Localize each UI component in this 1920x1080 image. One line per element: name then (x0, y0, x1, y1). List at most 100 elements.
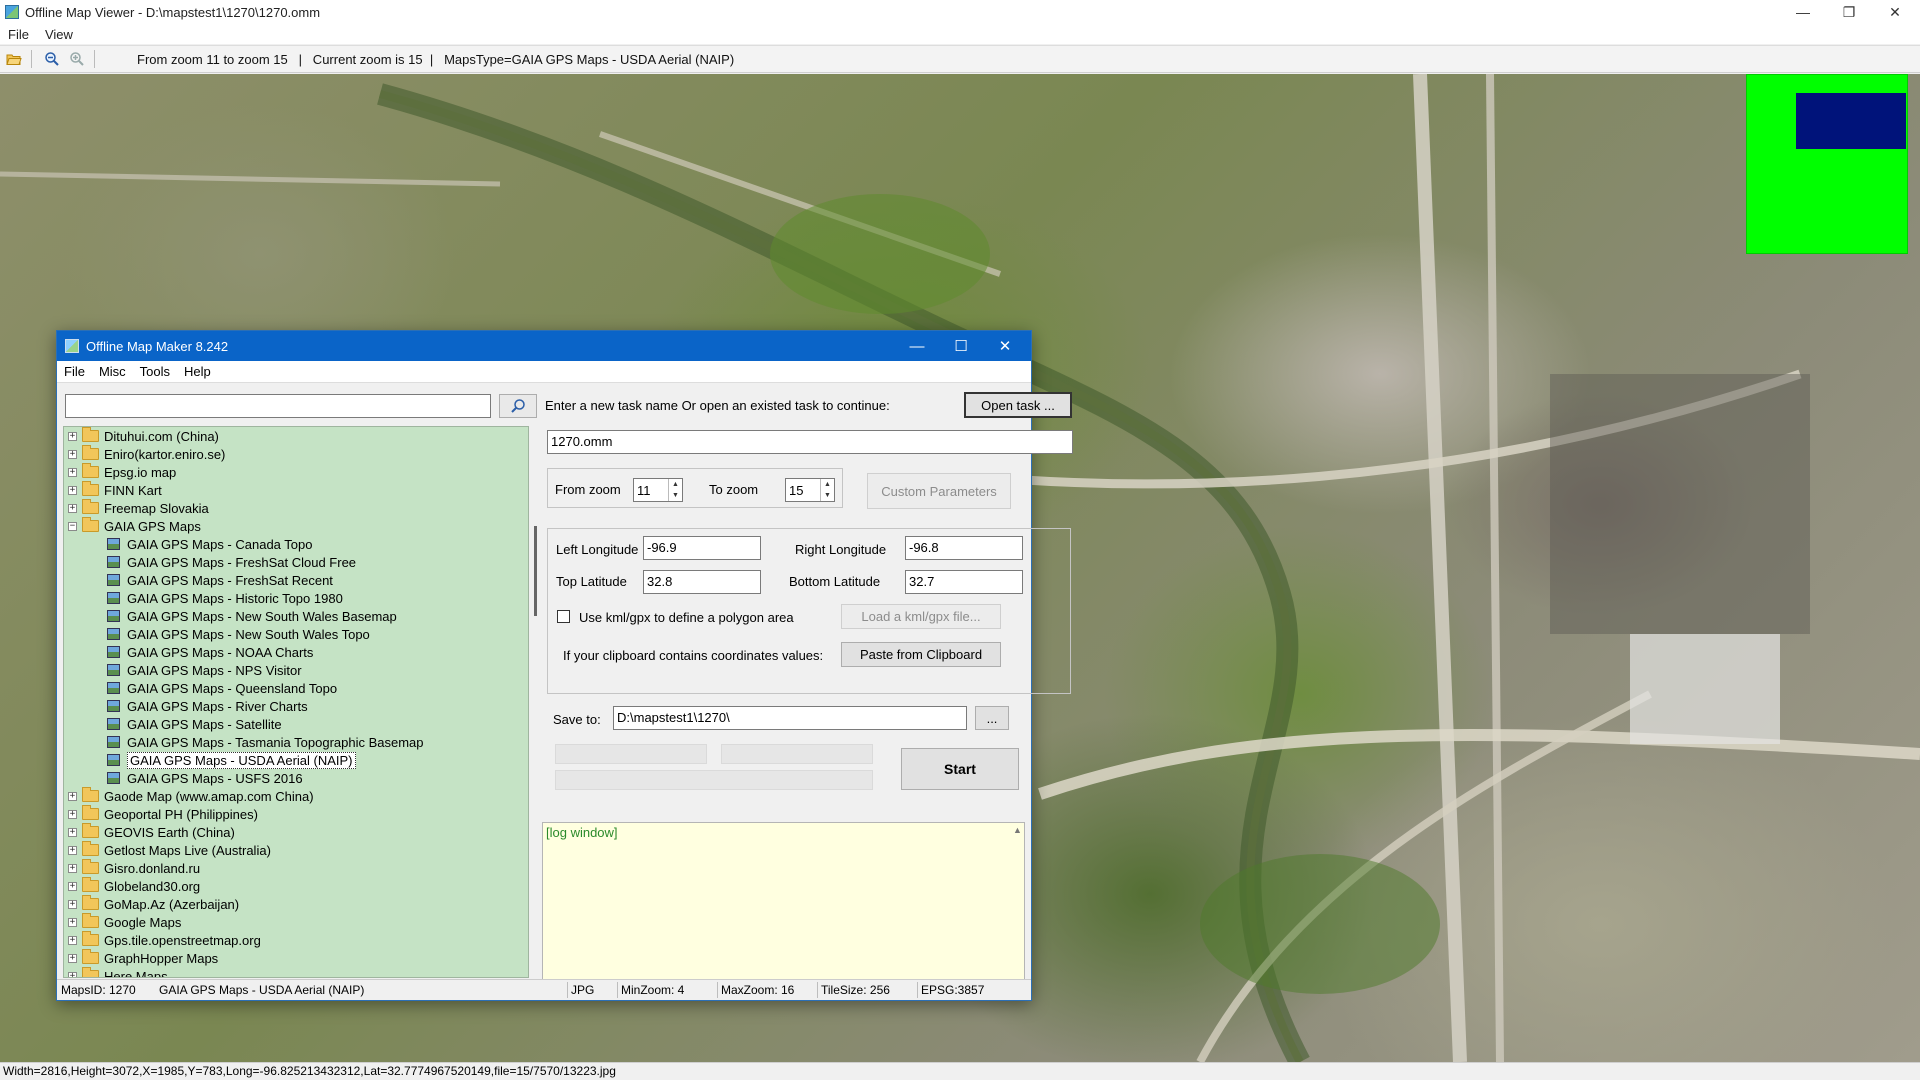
tree-map-item[interactable]: GAIA GPS Maps - Historic Topo 1980 (64, 589, 528, 607)
tree-item-label: GEOVIS Earth (China) (104, 824, 235, 840)
folder-icon (82, 805, 99, 820)
scroll-up-icon[interactable]: ▲ (1013, 825, 1022, 835)
expand-icon[interactable]: + (68, 827, 77, 837)
menu-file[interactable]: File (0, 27, 37, 42)
log-scrollbar[interactable]: ▲ ▼ (1010, 823, 1024, 999)
log-window[interactable]: [log window] ▲ ▼ (542, 822, 1025, 1000)
tree-folder-item[interactable]: + Getlost Maps Live (Australia) (64, 841, 528, 859)
search-button[interactable] (499, 394, 537, 418)
from-zoom-up-icon[interactable]: ▲ (669, 479, 682, 490)
dialog-menu-tools[interactable]: Tools (133, 364, 177, 379)
save-to-input[interactable]: D:\mapstest1\1270\ (613, 706, 967, 730)
tree-scrollbar[interactable] (532, 426, 538, 978)
tree-map-item[interactable]: GAIA GPS Maps - Satellite (64, 715, 528, 733)
tree-map-item[interactable]: GAIA GPS Maps - NPS Visitor (64, 661, 528, 679)
tree-folder-item[interactable]: + Here Maps (64, 967, 528, 977)
custom-parameters-button[interactable]: Custom Parameters (867, 473, 1011, 509)
to-zoom-up-icon[interactable]: ▲ (821, 479, 834, 490)
load-kml-button[interactable]: Load a kml/gpx file... (841, 604, 1001, 629)
expand-icon[interactable]: + (68, 791, 77, 801)
tree-folder-item[interactable]: + GoMap.Az (Azerbaijan) (64, 895, 528, 913)
tree-folder-item[interactable]: + GEOVIS Earth (China) (64, 823, 528, 841)
menu-view[interactable]: View (37, 27, 81, 42)
from-zoom-stepper[interactable]: 11 ▲ ▼ (633, 478, 683, 502)
tree-map-item[interactable]: GAIA GPS Maps - Tasmania Topographic Bas… (64, 733, 528, 751)
tree-item-label: Getlost Maps Live (Australia) (104, 842, 271, 858)
expand-icon[interactable]: + (68, 899, 77, 909)
tree-folder-item[interactable]: + Gisro.donland.ru (64, 859, 528, 877)
expand-icon[interactable]: + (68, 809, 77, 819)
status-maps-id: MapsID: 1270 (61, 983, 136, 997)
minimap-viewport[interactable] (1796, 93, 1906, 149)
right-longitude-input[interactable]: -96.8 (905, 536, 1023, 560)
expand-icon[interactable]: + (68, 845, 77, 855)
dialog-menu-help[interactable]: Help (177, 364, 218, 379)
dialog-menu-misc[interactable]: Misc (92, 364, 133, 379)
tree-folder-item[interactable]: + Eniro(kartor.eniro.se) (64, 445, 528, 463)
collapse-icon[interactable]: − (68, 521, 77, 531)
tree-folder-item[interactable]: + Gaode Map (www.amap.com China) (64, 787, 528, 805)
restore-button[interactable]: ❐ (1826, 0, 1872, 24)
from-zoom-down-icon[interactable]: ▼ (669, 490, 682, 501)
to-zoom-down-icon[interactable]: ▼ (821, 490, 834, 501)
expand-icon[interactable]: + (68, 467, 77, 477)
dialog-menubar: File Misc Tools Help (57, 361, 1031, 383)
close-button[interactable]: ✕ (1872, 0, 1918, 24)
tree-map-item[interactable]: GAIA GPS Maps - USFS 2016 (64, 769, 528, 787)
tree-map-item[interactable]: GAIA GPS Maps - Canada Topo (64, 535, 528, 553)
bottom-latitude-input[interactable]: 32.7 (905, 570, 1023, 594)
kml-polygon-checkbox[interactable] (557, 610, 570, 623)
tree-folder-item[interactable]: + Gps.tile.openstreetmap.org (64, 931, 528, 949)
open-task-button[interactable]: Open task ... (964, 392, 1072, 418)
tree-map-item[interactable]: GAIA GPS Maps - USDA Aerial (NAIP) (64, 751, 528, 769)
tree-map-item[interactable]: GAIA GPS Maps - New South Wales Topo (64, 625, 528, 643)
tree-scroll-thumb[interactable] (534, 526, 537, 616)
expand-icon[interactable]: + (68, 431, 77, 441)
tree-folder-item[interactable]: + Google Maps (64, 913, 528, 931)
expand-icon[interactable]: + (68, 971, 77, 977)
dialog-close-button[interactable]: ✕ (983, 331, 1027, 361)
zoom-out-icon[interactable] (41, 48, 63, 70)
tree-folder-item[interactable]: + Freemap Slovakia (64, 499, 528, 517)
expand-icon[interactable]: + (68, 881, 77, 891)
tree-map-item[interactable]: GAIA GPS Maps - New South Wales Basemap (64, 607, 528, 625)
browse-button[interactable]: ... (975, 706, 1009, 730)
map-icon (107, 718, 120, 730)
expand-icon[interactable]: + (68, 935, 77, 945)
start-button[interactable]: Start (901, 748, 1019, 790)
tree-map-item[interactable]: GAIA GPS Maps - NOAA Charts (64, 643, 528, 661)
expand-icon[interactable]: + (68, 953, 77, 963)
tree-folder-item[interactable]: + GraphHopper Maps (64, 949, 528, 967)
tree-folder-item[interactable]: + Dituhui.com (China) (64, 427, 528, 445)
open-folder-icon[interactable] (3, 48, 25, 70)
tree-folder-item[interactable]: + Globeland30.org (64, 877, 528, 895)
minimap[interactable] (1746, 74, 1908, 254)
tree-folder-item[interactable]: + Epsg.io map (64, 463, 528, 481)
left-longitude-input[interactable]: -96.9 (643, 536, 761, 560)
minimize-button[interactable]: — (1780, 0, 1826, 24)
tree-folder-item[interactable]: + FINN Kart (64, 481, 528, 499)
expand-icon[interactable]: + (68, 485, 77, 495)
map-icon (107, 628, 120, 640)
folder-icon (82, 859, 99, 874)
tree-map-item[interactable]: GAIA GPS Maps - Queensland Topo (64, 679, 528, 697)
tree-map-item[interactable]: GAIA GPS Maps - FreshSat Cloud Free (64, 553, 528, 571)
paste-clipboard-button[interactable]: Paste from Clipboard (841, 642, 1001, 667)
dialog-minimize-button[interactable]: — (895, 331, 939, 361)
map-source-tree[interactable]: + Dituhui.com (China) + Eniro(kartor.eniro.… (63, 426, 529, 978)
zoom-in-icon[interactable] (66, 48, 88, 70)
to-zoom-stepper[interactable]: 15 ▲ ▼ (785, 478, 835, 502)
tree-map-item[interactable]: GAIA GPS Maps - River Charts (64, 697, 528, 715)
expand-icon[interactable]: + (68, 449, 77, 459)
dialog-maximize-button[interactable]: ☐ (939, 331, 983, 361)
expand-icon[interactable]: + (68, 863, 77, 873)
search-input[interactable] (65, 394, 491, 418)
task-name-input[interactable]: 1270.omm (547, 430, 1073, 454)
dialog-menu-file[interactable]: File (57, 364, 92, 379)
expand-icon[interactable]: + (68, 503, 77, 513)
expand-icon[interactable]: + (68, 917, 77, 927)
top-latitude-input[interactable]: 32.8 (643, 570, 761, 594)
tree-map-item[interactable]: GAIA GPS Maps - FreshSat Recent (64, 571, 528, 589)
tree-folder-item[interactable]: − GAIA GPS Maps (64, 517, 528, 535)
tree-folder-item[interactable]: + Geoportal PH (Philippines) (64, 805, 528, 823)
